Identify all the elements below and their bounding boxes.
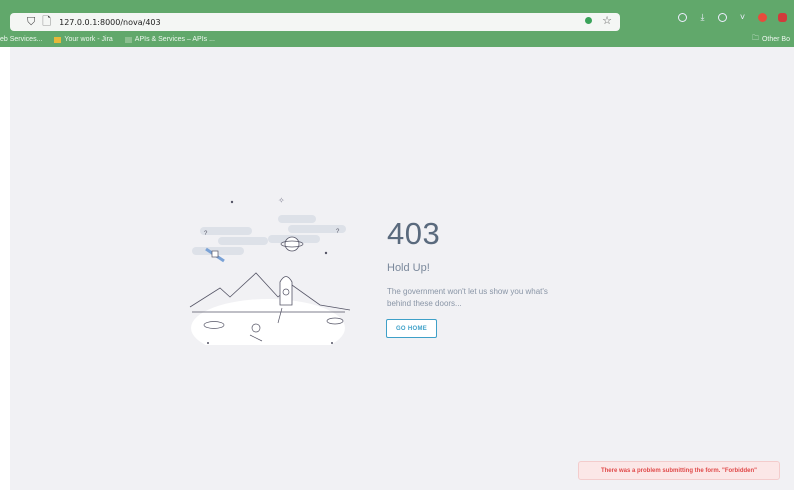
browser-chrome: ⛉ 🗋 127.0.0.1:8000/nova/403 ☆ ⤓ ˅ eb Ser… <box>0 0 794 47</box>
svg-text:✧: ✧ <box>278 196 285 205</box>
record-icon[interactable] <box>778 13 787 22</box>
download-icon[interactable]: ⤓ <box>698 13 707 22</box>
other-bookmarks[interactable]: 🗀 Other Bo <box>752 33 790 46</box>
apis-icon <box>124 36 132 43</box>
url-text[interactable]: 127.0.0.1:8000/nova/403 <box>59 18 160 27</box>
bookmark-item[interactable]: APIs & Services – APIs ... <box>124 36 215 43</box>
bookmark-item[interactable]: eb Services... <box>0 36 42 43</box>
error-title: Hold Up! <box>387 262 430 274</box>
extension-icon[interactable] <box>718 13 727 22</box>
bookmark-star-icon[interactable]: ☆ <box>602 14 612 27</box>
adblock-icon[interactable] <box>758 13 767 22</box>
page-icon: 🗋 <box>42 15 52 28</box>
address-bar-actions: ☆ <box>585 14 612 27</box>
space-illustration: ✧ ? ? <box>189 196 351 345</box>
extensions-toolbar: ⤓ ˅ <box>678 13 787 22</box>
window-bottom-edge <box>0 490 794 498</box>
shield-icon[interactable]: ⛉ <box>27 16 35 29</box>
pocket-icon[interactable] <box>678 13 687 22</box>
error-code: 403 <box>387 216 441 251</box>
bookmarks-bar: eb Services... Your work - Jira APIs & S… <box>0 33 794 46</box>
chevron-down-icon[interactable]: ˅ <box>738 13 747 22</box>
extension-status-icon[interactable] <box>585 17 593 24</box>
bookmark-item[interactable]: Your work - Jira <box>54 36 113 43</box>
go-home-button[interactable]: GO HOME <box>386 319 437 338</box>
address-bar[interactable]: ⛉ 🗋 127.0.0.1:8000/nova/403 ☆ <box>10 13 620 31</box>
jira-icon <box>54 36 62 43</box>
error-toast: There was a problem submitting the form.… <box>578 461 780 480</box>
folder-icon: 🗀 <box>751 35 759 42</box>
error-message: The government won't let us show you wha… <box>387 287 548 308</box>
